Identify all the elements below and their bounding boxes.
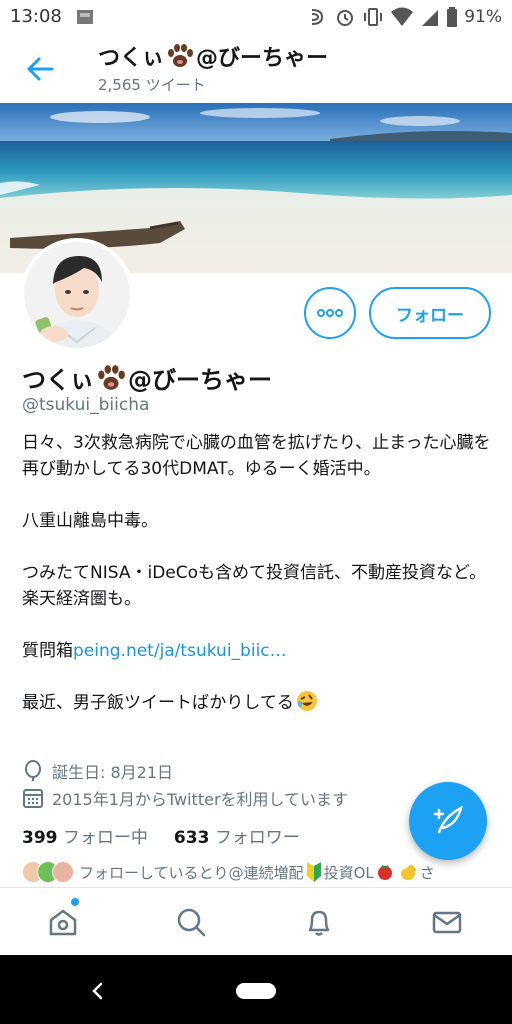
- followed-by-tail: 投資OL: [323, 863, 374, 882]
- mutual-avatars: [22, 861, 74, 883]
- bio-line: 八重山離島中毒。: [22, 511, 158, 531]
- system-home-pill[interactable]: [236, 983, 276, 999]
- followed-by-end: さ: [419, 863, 435, 882]
- nav-notifications[interactable]: [303, 906, 335, 938]
- system-nav-bar: [0, 955, 512, 1024]
- envelope-icon: [432, 911, 462, 934]
- joined-text: 2015年1月からTwitterを利用しています: [52, 790, 349, 809]
- following-label: フォロー中: [62, 828, 148, 848]
- home-icon: [49, 909, 77, 936]
- home-notification-dot: [71, 898, 79, 906]
- paw-icon: [168, 44, 194, 67]
- wifi-icon: [391, 7, 414, 26]
- followers-label: フォロワー: [214, 828, 300, 848]
- bio-link[interactable]: peing.net/ja/tsukui_biic…: [73, 641, 287, 661]
- bell-icon: [308, 910, 330, 936]
- calendar-icon: [23, 789, 43, 808]
- compose-feather-icon: [433, 805, 463, 834]
- profile-name: つくぃ @びーちゃー: [22, 360, 272, 395]
- bio-line: つみたてNISA・iDeCoも含めて投資信託、不動産投資など。楽天経済圏も。: [22, 563, 487, 609]
- profile-handle: @tsukui_biicha: [22, 395, 150, 415]
- follow-button[interactable]: フォロー: [369, 287, 491, 339]
- profile-name-suffix: @びーちゃー: [128, 366, 272, 394]
- profile-bio: 日々、3次救急病院で心臓の血管を拡げたり、止まった心臓を再び動かしてる30代DM…: [22, 430, 492, 716]
- following-count: 399: [22, 828, 58, 848]
- paw-icon: [98, 364, 125, 390]
- nav-search[interactable]: [175, 906, 207, 938]
- screenshot-icon: [77, 10, 93, 24]
- rofl-emoji-icon: [296, 691, 317, 711]
- balloon-icon: [25, 760, 41, 781]
- search-icon: [177, 908, 206, 937]
- nav-home[interactable]: [47, 906, 79, 938]
- clock: 13:08: [10, 6, 62, 27]
- mutual-avatar: [52, 861, 74, 883]
- birthday-row: 誕生日: 8月21日: [22, 759, 492, 783]
- followed-by-row[interactable]: フォローしているとり@連続増配 投資OL さ: [22, 860, 492, 884]
- header-title-prefix: つくぃ: [98, 46, 165, 71]
- beginner-mark-icon: [306, 862, 321, 882]
- vibrate-icon: [364, 8, 383, 26]
- birthday-text: 誕生日: 8月21日: [52, 763, 174, 782]
- avatar-illustration: [24, 242, 130, 348]
- back-button[interactable]: [22, 54, 58, 84]
- profile-header: つくぃ @びーちゃー 2,565 ツイート: [0, 36, 512, 102]
- bio-line: 最近、男子飯ツイートばかりしてる: [22, 690, 492, 716]
- profile-name-prefix: つくぃ: [22, 366, 94, 394]
- arrow-left-icon: [27, 57, 54, 81]
- status-bar: 13:08 91%: [0, 0, 512, 36]
- more-options-button[interactable]: [304, 287, 356, 339]
- battery-percent: 91%: [464, 7, 502, 27]
- bio-question-label: 質問箱: [22, 641, 73, 661]
- alarm-icon: [337, 10, 354, 26]
- tweet-count: 2,565 ツイート: [98, 76, 206, 94]
- bio-line: 日々、3次救急病院で心臓の血管を拡げたり、止まった心臓を再び動かしてる30代DM…: [22, 433, 491, 479]
- signal-icon: [422, 10, 439, 26]
- tomato-icon: [377, 865, 392, 880]
- battery-icon: [447, 7, 458, 27]
- following-stat[interactable]: 399 フォロー中: [22, 823, 148, 848]
- follow-stats: 399 フォロー中 633 フォロワー: [22, 823, 326, 848]
- nfc-icon: [312, 9, 324, 25]
- bio-line-text: 最近、男子飯ツイートばかりしてる: [22, 693, 294, 713]
- compose-tweet-button[interactable]: [409, 782, 487, 860]
- header-title-suffix: @びーちゃー: [196, 46, 329, 71]
- followed-by-text: フォローしているとり@連続増配: [79, 863, 304, 882]
- bottom-nav: [0, 887, 512, 955]
- bio-line-question-box: 質問箱peing.net/ja/tsukui_biic…: [22, 638, 492, 664]
- profile-avatar[interactable]: [20, 238, 134, 352]
- status-icons: 91%: [306, 5, 502, 29]
- more-dots-icon: [317, 309, 343, 317]
- nav-messages[interactable]: [431, 906, 463, 938]
- followers-count: 633: [173, 828, 210, 848]
- header-title: つくぃ @びーちゃー: [98, 40, 328, 72]
- chick-icon: [400, 865, 417, 880]
- system-back-icon[interactable]: [90, 981, 106, 1001]
- followers-stat[interactable]: 633 フォロワー: [174, 823, 300, 848]
